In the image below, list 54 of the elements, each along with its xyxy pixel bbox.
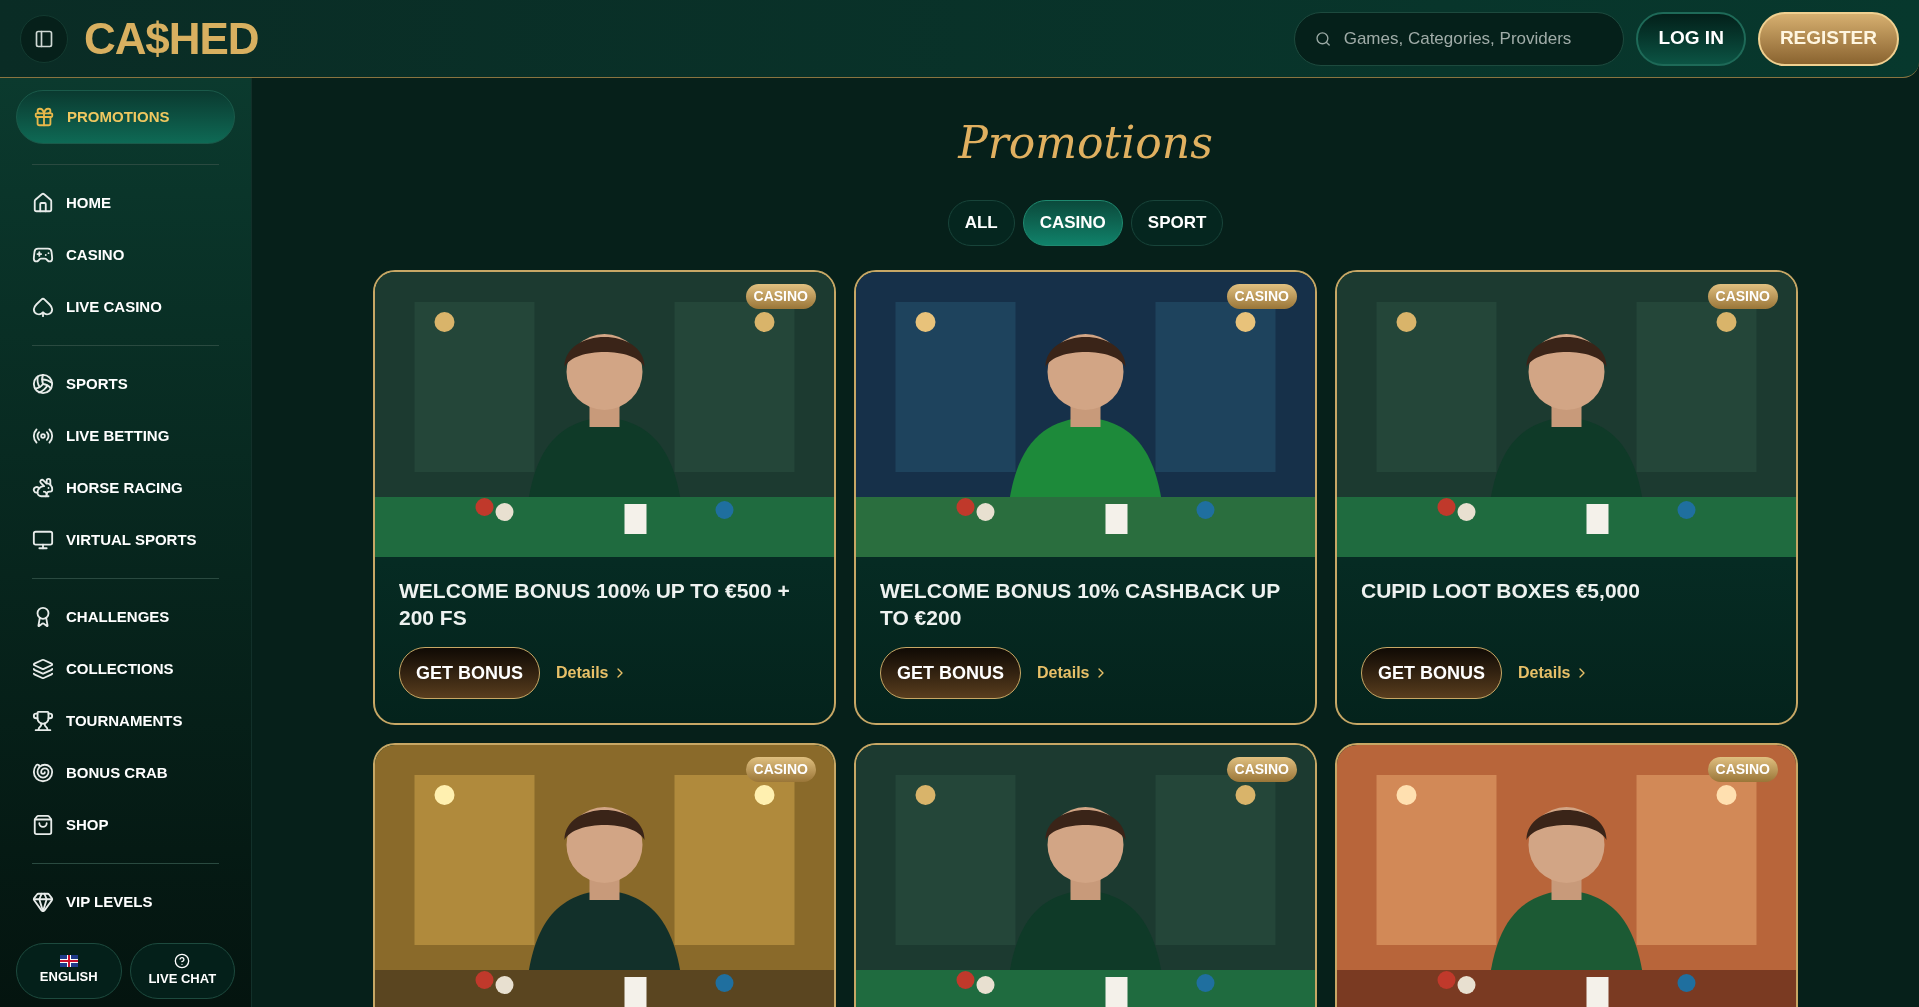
sidebar-item[interactable]: COLLECTIONS — [16, 643, 235, 695]
shell-icon — [32, 762, 54, 784]
sidebar-item[interactable]: LIVE BETTING — [16, 410, 235, 462]
animal-icon — [32, 477, 54, 499]
sidebar-toggle-icon[interactable] — [20, 14, 68, 63]
live-chat-button[interactable]: LIVE CHAT — [129, 943, 235, 999]
category-badge: CASINO — [745, 284, 816, 309]
ball-icon — [32, 373, 54, 395]
filter-tab[interactable]: CASINO — [1022, 200, 1123, 246]
details-link[interactable]: Details — [556, 661, 629, 685]
sidebar-item[interactable]: HORSE RACING — [16, 462, 235, 514]
help-icon — [174, 953, 191, 970]
spade-icon — [32, 296, 54, 318]
category-badge: CASINO — [1707, 757, 1778, 782]
category-badge: CASINO — [1707, 284, 1778, 309]
flag-icon — [59, 955, 78, 968]
promotion-title: WELCOME BONUS 100% UP TO €500 + 200 FS — [399, 578, 791, 632]
gem-icon — [32, 891, 54, 913]
promotion-title: WELCOME BONUS 10% CASHBACK UP TO €200 — [880, 578, 1281, 632]
sidebar-item[interactable]: CASINO — [16, 229, 235, 281]
get-bonus-button[interactable]: GET BONUS — [1361, 647, 1502, 699]
search-field[interactable]: Games, Categories, Providers — [1294, 11, 1625, 66]
filter-tab[interactable]: ALL — [947, 200, 1015, 246]
sidebar-item[interactable]: VIP LEVELS — [16, 876, 235, 928]
sidebar-item[interactable]: SPORTS — [16, 358, 235, 410]
promotion-title: CUPID LOOT BOXES €5,000 — [1361, 578, 1641, 604]
get-bonus-button[interactable]: GET BONUS — [399, 647, 540, 699]
bag-icon — [32, 814, 54, 836]
sidebar-item[interactable]: HOME — [16, 177, 235, 229]
sidebar-item[interactable]: PROMOTIONS — [16, 90, 235, 144]
details-link[interactable]: Details — [1037, 661, 1110, 685]
language-button[interactable]: ENGLISH — [16, 943, 122, 999]
gift-icon — [33, 106, 55, 128]
category-badge: CASINO — [745, 757, 816, 782]
get-bonus-button[interactable]: GET BONUS — [880, 647, 1021, 699]
sidebar-item[interactable]: VIRTUAL SPORTS — [16, 514, 235, 566]
logo[interactable]: CA$HED — [84, 5, 259, 72]
details-link[interactable]: Details — [1518, 661, 1591, 685]
cards-stack-icon — [32, 658, 54, 680]
login-button[interactable]: LOG IN — [1636, 11, 1746, 66]
sidebar-item[interactable]: LIVE CASINO — [16, 281, 235, 333]
sidebar-item[interactable]: BONUS CRAB — [16, 747, 235, 799]
page-title: Promotions — [958, 116, 1213, 170]
sidebar-item[interactable]: TOURNAMENTS — [16, 695, 235, 747]
filter-tab[interactable]: SPORT — [1130, 200, 1224, 246]
category-badge: CASINO — [1226, 284, 1297, 309]
sidebar-item[interactable]: SHOP — [16, 799, 235, 851]
sidebar-item[interactable]: CHALLENGES — [16, 591, 235, 643]
home-icon — [32, 192, 54, 214]
trophy-icon — [32, 710, 54, 732]
monitor-icon — [32, 529, 54, 551]
search-icon — [1315, 29, 1332, 48]
category-badge: CASINO — [1226, 757, 1297, 782]
search-input[interactable]: Games, Categories, Providers — [1343, 25, 1604, 52]
